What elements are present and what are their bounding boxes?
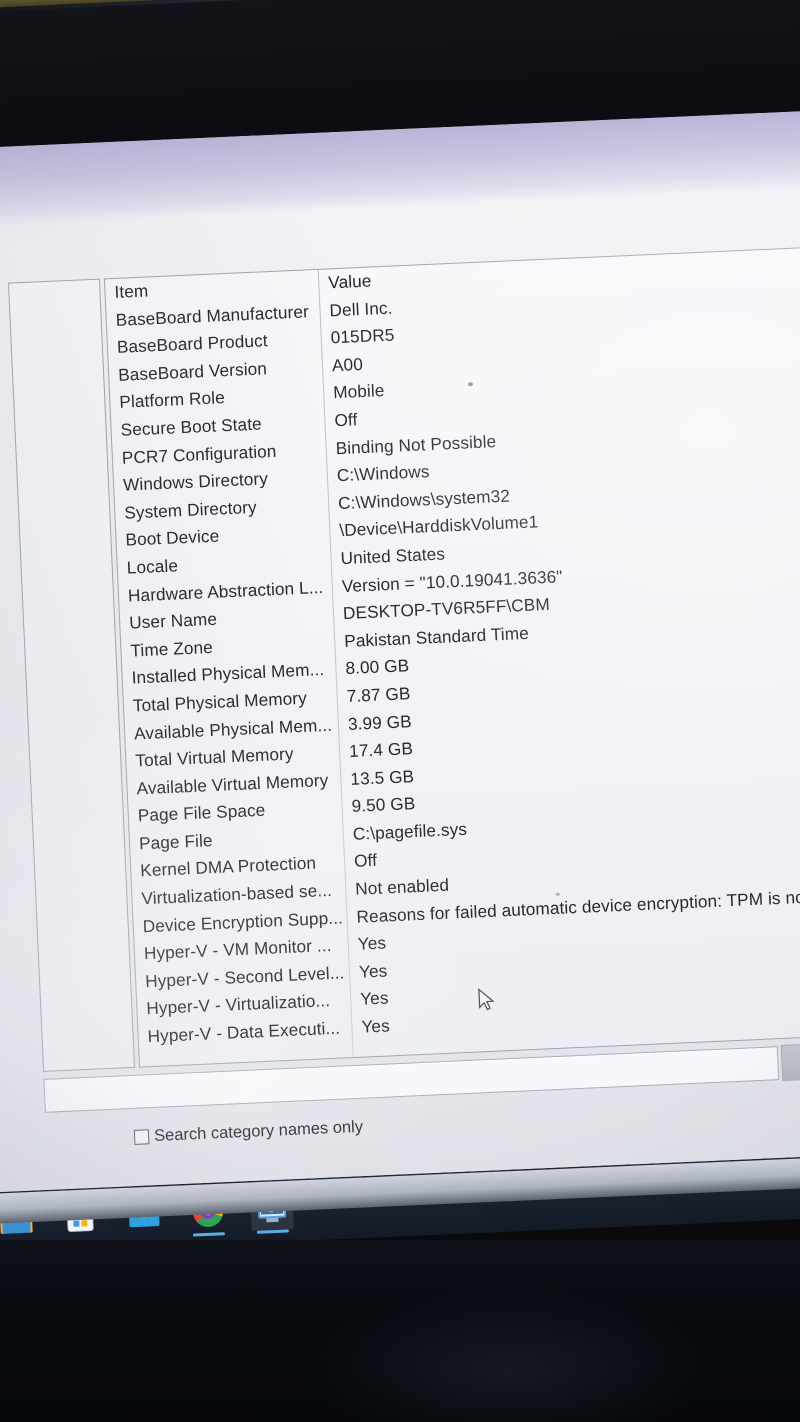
mouse-cursor-icon	[478, 988, 495, 1011]
row-value: 13.5 GB	[349, 765, 415, 789]
running-indicator	[256, 1229, 289, 1234]
find-button[interactable]: Find	[780, 1040, 800, 1082]
details-list-pane[interactable]: Item Value BaseBoard Manufacturer Dell I…	[103, 244, 800, 1068]
row-value: Dell Inc.	[329, 297, 393, 320]
row-value: 9.50 GB	[351, 793, 416, 817]
search-category-names-only-label: Search category names only	[153, 1117, 364, 1145]
running-indicator	[192, 1232, 226, 1237]
row-value: A00	[331, 353, 364, 376]
column-header-value[interactable]: Value	[328, 268, 372, 297]
row-value: Yes	[358, 960, 388, 982]
row-value: 8.00 GB	[345, 655, 410, 679]
row-value: C:\pagefile.sys	[352, 818, 468, 844]
laptop-screen: Item Value BaseBoard Manufacturer Dell I…	[0, 106, 800, 1209]
laptop-photo: Item Value BaseBoard Manufacturer Dell I…	[0, 0, 800, 1422]
row-value: 015DR5	[330, 324, 395, 348]
row-value: Yes	[357, 932, 387, 954]
row-value: 3.99 GB	[347, 710, 413, 734]
row-value: 17.4 GB	[348, 738, 414, 762]
bezel-highlight	[0, 0, 800, 14]
window-panes: Item Value BaseBoard Manufacturer Dell I…	[7, 244, 800, 1072]
deck-reflection	[300, 1290, 720, 1422]
row-value: Yes	[359, 987, 389, 1010]
screen-surface: Item Value BaseBoard Manufacturer Dell I…	[0, 106, 800, 1209]
search-category-names-only-row[interactable]: Search category names only	[133, 1117, 364, 1147]
row-value: 7.87 GB	[346, 683, 411, 706]
row-value: Mobile	[332, 380, 385, 403]
row-value: Off	[333, 409, 358, 431]
row-value: C:\Windows	[336, 461, 430, 486]
row-value: Yes	[360, 1015, 391, 1037]
system-information-window: Item Value BaseBoard Manufacturer Dell I…	[2, 109, 800, 1181]
search-category-names-only-checkbox[interactable]	[133, 1129, 150, 1145]
row-value: Off	[353, 850, 378, 872]
row-value: Not enabled	[354, 874, 450, 899]
